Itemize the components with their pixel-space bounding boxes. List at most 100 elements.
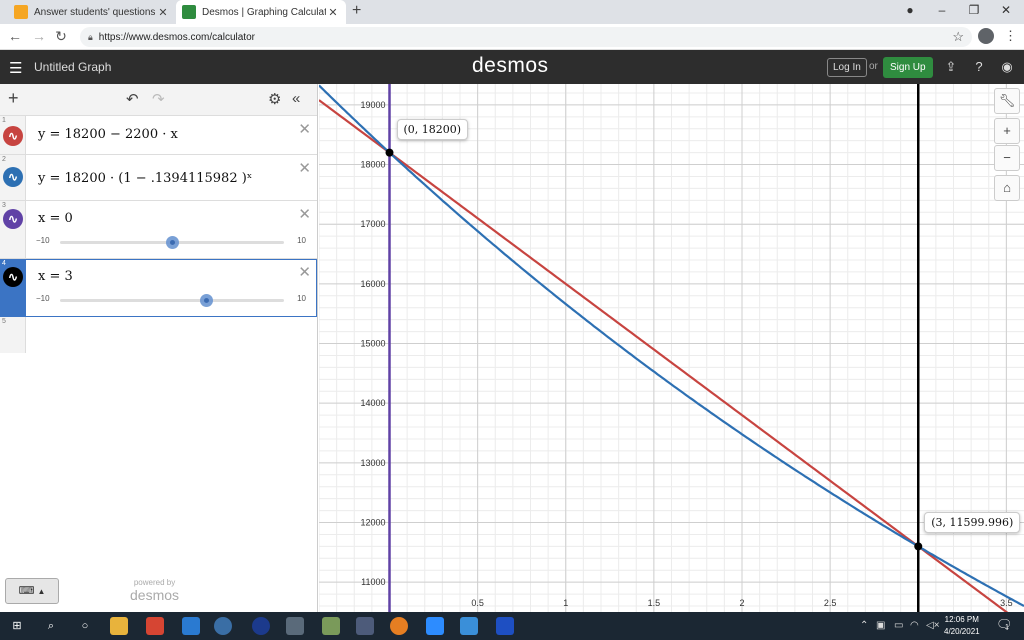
point-label[interactable]: (0, 18200) bbox=[396, 118, 469, 140]
y-tick-label: 14000 bbox=[360, 398, 385, 408]
app-icon[interactable] bbox=[146, 617, 164, 635]
browser-menu-icon[interactable]: ⋮ bbox=[1004, 28, 1017, 44]
sine-wave-icon[interactable]: ∿ bbox=[3, 126, 23, 146]
forward-arrow-icon[interactable]: → bbox=[30, 28, 48, 44]
expression-row[interactable]: 3 ∿ x = 0 ✕ −10 10 bbox=[0, 201, 317, 259]
home-zoom-icon[interactable]: ⌂ bbox=[994, 175, 1020, 201]
expression-math[interactable]: y = 18200 − 2200 · x bbox=[38, 127, 178, 142]
app-icon[interactable] bbox=[460, 617, 478, 635]
app-icon[interactable] bbox=[286, 617, 304, 635]
delete-expression-icon[interactable]: ✕ bbox=[298, 120, 311, 138]
slider[interactable]: −10 10 bbox=[36, 236, 312, 249]
new-tab-icon[interactable]: + bbox=[352, 2, 361, 20]
expression-row[interactable]: 4 ∿ x = 3 ✕ −10 10 bbox=[0, 259, 317, 317]
expression-math[interactable]: x = 3 bbox=[38, 269, 73, 284]
graph-svg[interactable]: 11000 12000 13000 14000 15000 16000 17000 18000… bbox=[319, 84, 1024, 612]
taskbar-clock[interactable]: 12:06 PM 4/20/2021 bbox=[944, 614, 980, 638]
url-bar[interactable]: 🔒︎ https://www.desmos.com/calculator ☆ bbox=[80, 27, 972, 47]
add-item-icon[interactable]: + bbox=[8, 88, 19, 109]
windows-start-icon[interactable]: ⊞ bbox=[8, 617, 26, 635]
sign-up-button[interactable]: Sign Up bbox=[883, 57, 933, 78]
graph-settings-wrench-icon[interactable]: 🔧︎ bbox=[994, 88, 1020, 114]
tab-label: Desmos | Graphing Calculator bbox=[202, 6, 326, 18]
app-icon[interactable] bbox=[182, 617, 200, 635]
wifi-icon[interactable]: ◠ bbox=[910, 620, 919, 631]
y-tick-label: 11000 bbox=[361, 577, 385, 587]
intersection-point bbox=[385, 148, 394, 157]
slider-max[interactable]: 10 bbox=[297, 236, 306, 245]
app-icon[interactable] bbox=[356, 617, 374, 635]
powered-by-desmos: powered by desmos bbox=[130, 578, 179, 603]
sine-wave-icon[interactable]: ∿ bbox=[3, 167, 23, 187]
reload-icon[interactable]: ↻ bbox=[52, 28, 70, 45]
search-icon[interactable]: ⌕ bbox=[42, 617, 60, 635]
delete-expression-icon[interactable]: ✕ bbox=[298, 263, 311, 281]
slider-handle[interactable] bbox=[166, 236, 179, 249]
undo-icon[interactable]: ↶ bbox=[126, 90, 139, 108]
or-text: or bbox=[869, 61, 878, 72]
task-view-icon[interactable]: ○ bbox=[76, 617, 94, 635]
desmos-favicon-icon bbox=[182, 5, 196, 19]
settings-gear-icon[interactable]: ⚙ bbox=[268, 90, 281, 108]
restore-icon[interactable]: ❐ bbox=[964, 3, 984, 17]
tray-app-icon[interactable]: ▣ bbox=[876, 620, 885, 631]
keyboard-toggle-button[interactable]: ⌨ ▲ bbox=[5, 578, 59, 604]
y-tick-label: 12000 bbox=[360, 518, 385, 528]
expression-index: 5 bbox=[2, 318, 6, 325]
x-tick-label: 0.5 bbox=[471, 598, 484, 608]
expression-gutter: 4 ∿ bbox=[0, 259, 26, 316]
tab-answer-students[interactable]: Answer students' questions and e ✕ bbox=[8, 0, 176, 24]
expression-math[interactable]: x = 0 bbox=[38, 211, 73, 226]
slider[interactable]: −10 10 bbox=[36, 294, 312, 307]
language-globe-icon[interactable]: ◉ bbox=[998, 59, 1016, 75]
help-icon[interactable]: ? bbox=[970, 59, 988, 74]
battery-icon[interactable]: ▭ bbox=[894, 620, 903, 631]
point-label[interactable]: (3, 11599.996) bbox=[924, 512, 1021, 534]
share-icon[interactable]: ⇪ bbox=[942, 59, 960, 75]
app-icon[interactable] bbox=[496, 617, 514, 635]
close-tab-icon[interactable]: ✕ bbox=[326, 6, 340, 19]
log-in-button[interactable]: Log In bbox=[827, 58, 867, 77]
slider-track[interactable] bbox=[60, 236, 284, 249]
graph-title[interactable]: Untitled Graph bbox=[34, 60, 111, 74]
slider-min[interactable]: −10 bbox=[36, 294, 50, 303]
close-window-icon[interactable]: ✕ bbox=[996, 3, 1016, 17]
slider-handle[interactable] bbox=[199, 294, 213, 307]
app-icon[interactable] bbox=[252, 617, 270, 635]
bookmark-star-icon[interactable]: ☆ bbox=[952, 29, 964, 45]
expression-gutter: 5 bbox=[0, 317, 26, 353]
zoom-in-button[interactable]: + bbox=[994, 118, 1020, 144]
expression-toolbar: + ↶ ↷ ⚙ « bbox=[0, 84, 317, 116]
minimize-icon[interactable]: – bbox=[932, 3, 952, 17]
expression-math[interactable]: y = 18200 · (1 − .1394115982 )ˣ bbox=[38, 171, 252, 186]
chrome-icon[interactable] bbox=[214, 617, 232, 635]
tray-chevron-icon[interactable]: ⌃ bbox=[860, 620, 868, 631]
sine-wave-icon[interactable]: ∿ bbox=[3, 267, 23, 287]
zoom-out-button[interactable]: − bbox=[994, 145, 1020, 171]
expression-row[interactable]: 2 ∿ y = 18200 · (1 − .1394115982 )ˣ ✕ bbox=[0, 155, 317, 201]
hamburger-menu-icon[interactable]: ☰ bbox=[9, 59, 22, 77]
slider-max[interactable]: 10 bbox=[297, 294, 306, 303]
close-tab-icon[interactable]: ✕ bbox=[156, 6, 170, 19]
account-icon[interactable] bbox=[978, 28, 994, 44]
expression-row[interactable]: 1 ∿ y = 18200 − 2200 · x ✕ bbox=[0, 116, 317, 155]
expression-gutter: 2 ∿ bbox=[0, 155, 26, 200]
tab-desmos[interactable]: Desmos | Graphing Calculator ✕ bbox=[176, 0, 346, 24]
app-icon[interactable] bbox=[390, 617, 408, 635]
slider-track[interactable] bbox=[60, 294, 284, 307]
graph-canvas[interactable]: 11000 12000 13000 14000 15000 16000 17000 18000… bbox=[319, 84, 1024, 612]
delete-expression-icon[interactable]: ✕ bbox=[298, 205, 311, 223]
collapse-panel-icon[interactable]: « bbox=[292, 90, 300, 107]
volume-icon[interactable]: ◁× bbox=[926, 620, 940, 631]
sine-wave-icon[interactable]: ∿ bbox=[3, 209, 23, 229]
app-icon[interactable] bbox=[322, 617, 340, 635]
profile-dropdown-icon[interactable]: ● bbox=[900, 3, 920, 17]
back-arrow-icon[interactable]: ← bbox=[6, 28, 24, 44]
zoom-app-icon[interactable] bbox=[426, 617, 444, 635]
file-explorer-icon[interactable] bbox=[110, 617, 128, 635]
slider-min[interactable]: −10 bbox=[36, 236, 50, 245]
x-tick-label: 1 bbox=[563, 598, 568, 608]
empty-expression-row[interactable]: 5 bbox=[0, 317, 317, 353]
delete-expression-icon[interactable]: ✕ bbox=[298, 159, 311, 177]
redo-icon[interactable]: ↷ bbox=[152, 90, 165, 108]
